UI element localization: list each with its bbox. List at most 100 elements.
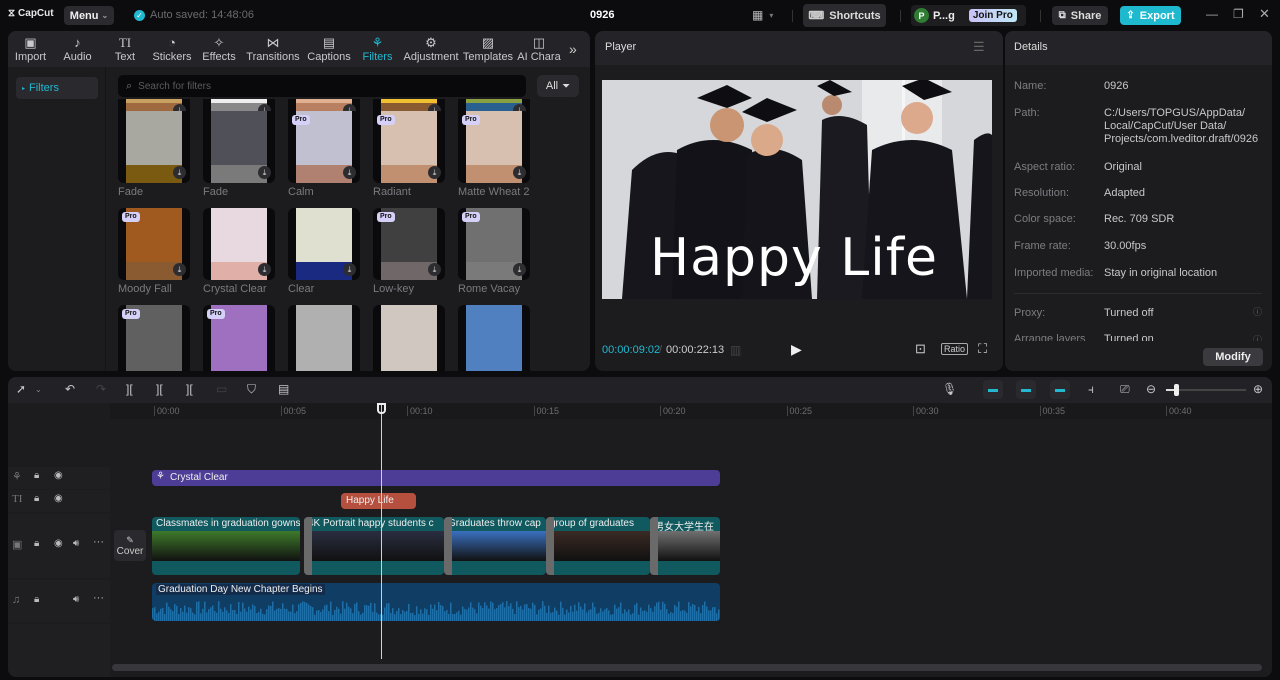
filter-thumbnail[interactable]: ⤓ xyxy=(203,208,275,280)
filter-card[interactable]: ⤓ Fade xyxy=(118,111,190,198)
tab-adjustment[interactable]: ⚙ Adjustment xyxy=(401,31,461,67)
delete-right-icon[interactable]: ][ xyxy=(186,382,193,396)
select-tool-icon[interactable]: ➚ xyxy=(16,382,26,396)
transition-handle[interactable] xyxy=(650,517,658,575)
zoom-slider-handle[interactable] xyxy=(1174,384,1179,396)
filter-thumbnail[interactable] xyxy=(458,305,530,371)
more-tabs-button[interactable]: » xyxy=(569,41,577,57)
preview-axis-icon[interactable]: ⫞ xyxy=(1088,382,1094,397)
restore-button[interactable]: ❐ xyxy=(1233,7,1244,21)
zoom-out-icon[interactable]: ⊖ xyxy=(1146,382,1156,396)
filter-card[interactable]: Pro ⤓ Low-key xyxy=(373,208,445,295)
filter-thumbnail[interactable]: Pro ⤓ xyxy=(288,111,360,183)
menu-button[interactable]: Menu ⌄ xyxy=(64,6,114,25)
playhead[interactable] xyxy=(381,405,382,659)
delete-icon[interactable]: ▭ xyxy=(216,382,227,396)
filter-search-input[interactable]: ⌕ Search for filters xyxy=(118,75,526,97)
ratio-button[interactable]: Ratio xyxy=(941,343,969,355)
audio-mute-icon[interactable]: 🔊︎ xyxy=(73,538,79,549)
close-button[interactable]: ✕ xyxy=(1259,6,1270,22)
lock-icon[interactable]: 🔒︎ xyxy=(34,493,39,504)
audio-mute-icon[interactable]: 🔊︎ xyxy=(73,594,79,605)
tab-stickers[interactable]: ◔ Stickers xyxy=(148,31,196,67)
filter-card[interactable] xyxy=(373,305,445,371)
filter-clip[interactable]: ⚘ Crystal Clear xyxy=(152,470,720,486)
video-clip[interactable]: Classmates in graduation gowns xyxy=(152,517,300,575)
filter-thumbnail[interactable]: ⤓ xyxy=(288,208,360,280)
horizontal-scrollbar[interactable] xyxy=(112,664,1262,671)
download-icon[interactable]: ⤓ xyxy=(513,263,526,276)
tab-ai-chara[interactable]: ◫ AI Chara xyxy=(515,31,563,67)
filter-thumbnail[interactable]: Pro ⤓ xyxy=(118,208,190,280)
tab-filters[interactable]: ⚘ Filters xyxy=(354,31,401,67)
tab-audio[interactable]: ♪ Audio xyxy=(53,31,102,67)
filter-thumbnail[interactable]: Pro xyxy=(118,305,190,371)
waveform-toggle-icon[interactable]: ▥ xyxy=(730,343,741,357)
video-preview[interactable]: Happy Life xyxy=(602,80,992,299)
text-overlay[interactable]: Happy Life xyxy=(650,228,938,288)
filter-card[interactable]: Pro ⤓ Radiant xyxy=(373,111,445,198)
proxy-help-icon[interactable]: ⓘ xyxy=(1253,305,1262,318)
download-icon[interactable]: ⤓ xyxy=(173,166,186,179)
fullscreen-icon[interactable]: ⛶ xyxy=(978,341,987,357)
filter-thumbnail[interactable] xyxy=(373,305,445,371)
filter-thumbnail[interactable]: Pro ⤓ xyxy=(373,208,445,280)
eye-icon[interactable]: ◉ xyxy=(54,470,63,481)
download-icon[interactable]: ⤓ xyxy=(343,263,356,276)
filter-thumbnail[interactable]: Pro ⤓ xyxy=(458,111,530,183)
video-clip[interactable]: Graduates throw cap xyxy=(444,517,546,575)
main-track-magnet-icon[interactable]: ▬ xyxy=(983,380,1003,399)
minimize-button[interactable]: — xyxy=(1206,7,1218,21)
filter-card[interactable]: Pro ⤓ Moody Fall xyxy=(118,208,190,295)
video-clip[interactable]: group of graduates xyxy=(546,517,650,575)
download-icon[interactable]: ⤓ xyxy=(173,263,186,276)
filter-thumbnail[interactable] xyxy=(288,305,360,371)
filter-card[interactable] xyxy=(288,305,360,371)
join-pro-button[interactable]: Join Pro xyxy=(968,9,1017,22)
audio-clip[interactable]: Graduation Day New Chapter Begins xyxy=(152,583,720,621)
modify-button[interactable]: Modify xyxy=(1203,348,1263,366)
download-icon[interactable]: ⤓ xyxy=(513,166,526,179)
tab-captions[interactable]: ▤ Captions xyxy=(304,31,354,67)
transition-handle[interactable] xyxy=(304,517,312,575)
filter-card[interactable] xyxy=(458,305,530,371)
filter-card[interactable]: ⤓ Crystal Clear xyxy=(203,208,275,295)
share-button[interactable]: ⧉ Share xyxy=(1052,6,1108,25)
text-clip[interactable]: Happy Life xyxy=(341,493,416,509)
cover-button[interactable]: ✎ Cover xyxy=(114,530,146,561)
split-icon[interactable]: ][ xyxy=(126,382,133,396)
video-clip[interactable]: 4K Portrait happy students c xyxy=(304,517,444,575)
video-clip[interactable]: 男女大学生在 xyxy=(650,517,720,575)
download-icon[interactable]: ⤓ xyxy=(428,166,441,179)
lock-icon[interactable]: 🔒︎ xyxy=(34,594,39,605)
lock-icon[interactable]: 🔒︎ xyxy=(34,470,39,481)
marker-icon[interactable]: ⛉ xyxy=(247,382,256,397)
account-group[interactable]: P P...g Join Pro xyxy=(911,5,1026,26)
download-icon[interactable]: ⤓ xyxy=(258,263,271,276)
filter-card[interactable]: Pro xyxy=(203,305,275,371)
filter-card[interactable]: ⤓ Clear xyxy=(288,208,360,295)
avatar[interactable]: P xyxy=(914,8,929,23)
filter-card[interactable]: Pro ⤓ Matte Wheat 2 xyxy=(458,111,530,198)
undo-icon[interactable]: ↶ xyxy=(65,382,75,396)
playhead-handle[interactable] xyxy=(377,403,386,414)
microphone-icon[interactable]: 🎙 xyxy=(942,382,957,396)
auto-snap-icon[interactable]: ▬ xyxy=(1016,380,1036,399)
linkage-icon[interactable]: ▬ xyxy=(1050,380,1070,399)
player-menu-icon[interactable]: ☰ xyxy=(973,39,985,55)
tab-text[interactable]: TI Text xyxy=(102,31,148,67)
transition-handle[interactable] xyxy=(444,517,452,575)
download-icon[interactable]: ⤓ xyxy=(343,166,356,179)
transition-handle[interactable] xyxy=(546,517,554,575)
filter-card[interactable]: Pro ⤓ Calm xyxy=(288,111,360,198)
delete-left-icon[interactable]: ][ xyxy=(156,382,163,396)
fit-timeline-icon[interactable]: ⎚ xyxy=(1120,382,1130,397)
filter-card[interactable]: ⤓ Fade xyxy=(203,111,275,198)
filter-category-dropdown[interactable]: All ⏷ xyxy=(537,75,579,97)
download-icon[interactable]: ⤓ xyxy=(428,263,441,276)
auto-captions-icon[interactable]: ▤ xyxy=(278,382,289,396)
chevron-down-icon[interactable]: ⌄ xyxy=(35,385,42,394)
filter-card[interactable]: Pro ⤓ Rome Vacay xyxy=(458,208,530,295)
tab-import[interactable]: ▣ Import xyxy=(8,31,53,67)
zoom-in-icon[interactable]: ⊕ xyxy=(1253,382,1263,396)
